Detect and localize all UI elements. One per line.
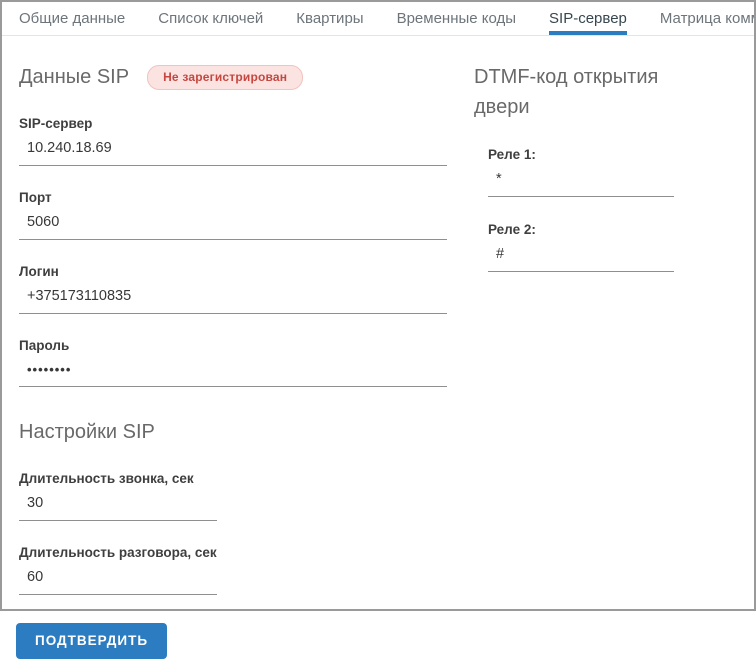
sip-data-heading: Данные SIP (19, 66, 130, 88)
port-label: Порт (19, 190, 52, 205)
relay-group: Реле 1: Реле 2: (488, 147, 754, 272)
tab-temporary-codes[interactable]: Временные коды (397, 2, 516, 35)
login-field: Логин (19, 264, 457, 314)
call-duration-label: Длительность звонка, сек (19, 471, 194, 486)
dtmf-heading: DTMF-код открытия двери (474, 66, 659, 118)
sip-column: Данные SIP Не зарегистрирован SIP-сервер… (16, 36, 457, 659)
sip-server-page: Данные SIP Не зарегистрирован SIP-сервер… (2, 36, 754, 659)
relay-2-input[interactable] (488, 242, 674, 272)
registration-status-badge: Не зарегистрирован (147, 64, 304, 90)
talk-duration-label: Длительность разговора, сек (19, 545, 217, 560)
port-field: Порт (19, 190, 457, 240)
dtmf-column: DTMF-код открытия двери Реле 1: Реле 2: (457, 36, 754, 659)
talk-duration-input[interactable] (19, 565, 217, 595)
tab-apartments[interactable]: Квартиры (296, 2, 363, 35)
call-duration-input[interactable] (19, 491, 217, 521)
sip-server-input[interactable] (19, 136, 447, 166)
sip-server-field: SIP-сервер (19, 116, 457, 166)
tab-switching-matrix[interactable]: Матрица коммутатора (660, 2, 754, 35)
tab-sip-server[interactable]: SIP-сервер (549, 2, 627, 35)
tab-general-data[interactable]: Общие данные (19, 2, 125, 35)
password-input[interactable] (19, 358, 447, 387)
call-duration-field: Длительность звонка, сек (19, 471, 457, 521)
sip-settings-heading: Настройки SIP (19, 421, 155, 443)
relay-1-input[interactable] (488, 167, 674, 197)
confirm-button[interactable]: ПОДТВЕРДИТЬ (16, 623, 168, 659)
port-input[interactable] (19, 210, 447, 240)
talk-duration-field: Длительность разговора, сек (19, 545, 457, 595)
password-label: Пароль (19, 338, 70, 353)
tab-key-list[interactable]: Список ключей (158, 2, 263, 35)
relay-2-field: Реле 2: (488, 222, 754, 272)
login-input[interactable] (19, 284, 447, 314)
relay-2-label: Реле 2: (488, 222, 536, 237)
sip-server-label: SIP-сервер (19, 116, 93, 131)
relay-1-label: Реле 1: (488, 147, 536, 162)
relay-1-field: Реле 1: (488, 147, 754, 197)
password-field: Пароль (19, 338, 457, 387)
sip-data-heading-row: Данные SIP Не зарегистрирован (19, 62, 457, 92)
login-label: Логин (19, 264, 59, 279)
tab-bar: Общие данные Список ключей Квартиры Врем… (2, 2, 754, 36)
